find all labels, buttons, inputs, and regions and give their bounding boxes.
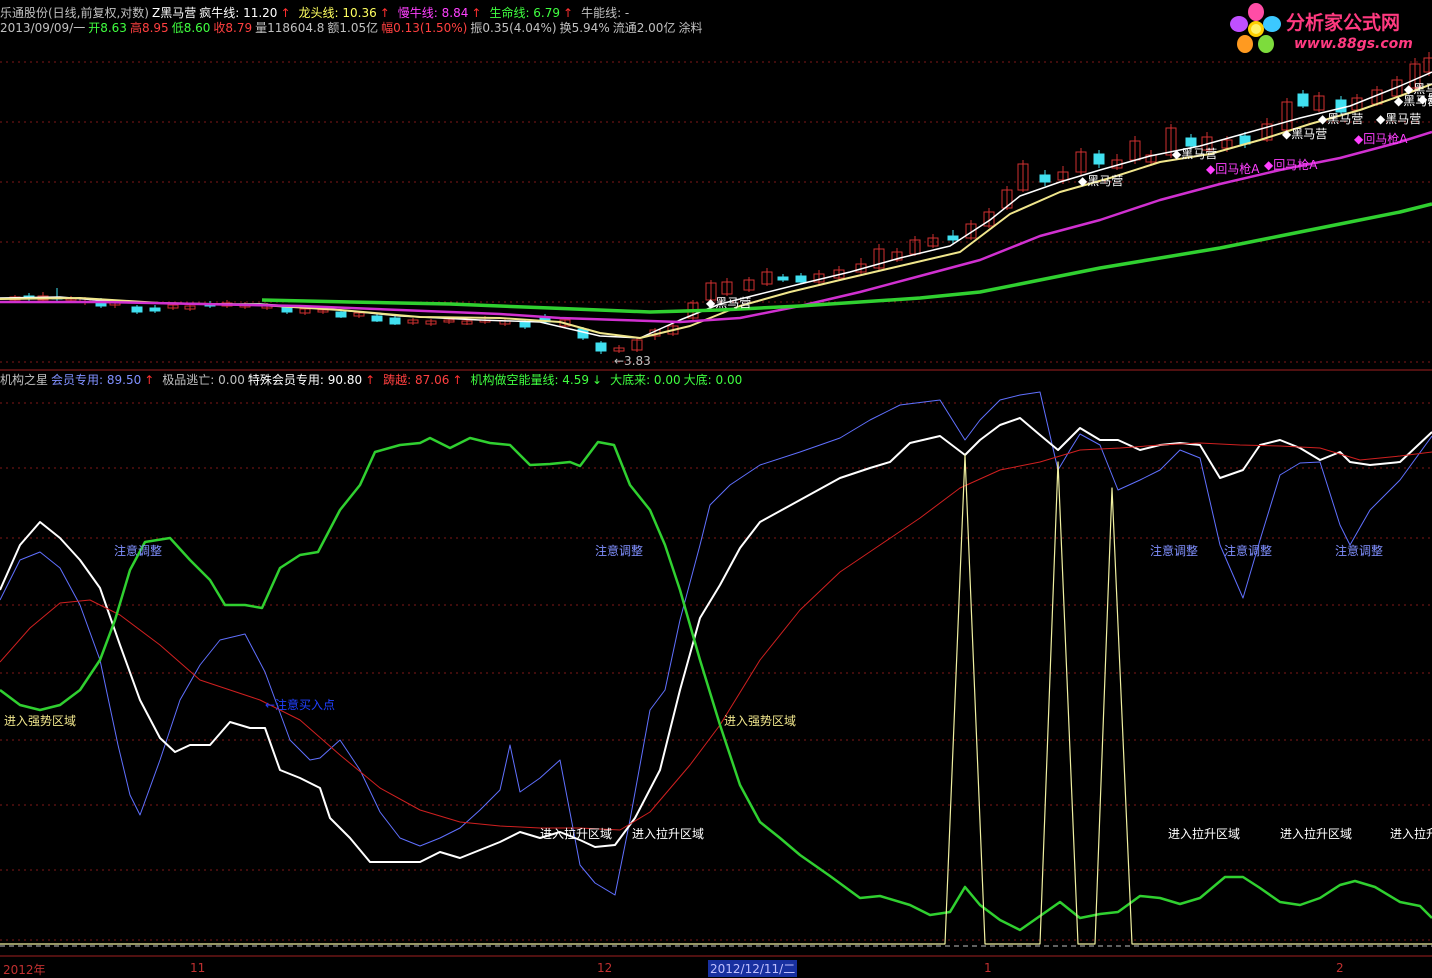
lift-zone-label: 进入拉升区域 (632, 827, 705, 841)
candle-body (595, 342, 607, 352)
dark-horse-signal: ◆黑马营 (1078, 174, 1124, 188)
caution-label: 注意调整 (1335, 544, 1384, 558)
lift-zone-label: 进入拉升区域 (1280, 827, 1353, 841)
buy-point-label: ←注意买入点 (265, 698, 336, 712)
lift-zone-label: 进入拉升区域 (1390, 827, 1432, 841)
pullback-signal: ◆回马枪A (1354, 132, 1408, 146)
caution-label: 注意调整 (595, 544, 644, 558)
candle-body (389, 317, 401, 325)
xaxis-label-nov: 11 (190, 961, 206, 975)
candle-body (1093, 153, 1105, 165)
dark-horse-signal: ◆黑马营 (1318, 112, 1364, 126)
candle-body (1423, 57, 1432, 73)
caution-label: 注意调整 (1150, 544, 1199, 558)
strong-zone-label: 进入强势区域 (4, 714, 77, 728)
xaxis-label-year: 2012年 (3, 963, 46, 977)
candle-body (777, 276, 789, 281)
candle-body (131, 306, 143, 313)
candle-body (795, 275, 807, 283)
xaxis-label-jan: 1 (984, 961, 992, 975)
xaxis-label-dec: 12 (597, 961, 613, 975)
candle-body (149, 307, 161, 312)
pullback-signal: ◆回马枪A (1206, 162, 1260, 176)
dark-horse-signal: ◆黑马营 (1376, 112, 1422, 126)
candle-body (947, 235, 959, 241)
candle-body (1297, 93, 1309, 107)
leap-line (0, 442, 1432, 831)
strong-zone-label: 进入强势区域 (724, 714, 797, 728)
short-energy-line (0, 436, 1432, 932)
candle-body (335, 311, 347, 318)
member-line (0, 391, 1432, 896)
candle-body (371, 315, 383, 322)
low-price-marker: ←3.83 (614, 354, 651, 368)
candle-body (519, 321, 531, 328)
special-member-line (0, 417, 1432, 863)
lift-zone-label: 进入拉升区域 (540, 827, 613, 841)
dark-horse-signal: ◆黑马营 (706, 296, 752, 310)
dark-horse-signal: ◆黑马营 (1418, 92, 1432, 106)
big-bottom-line (0, 454, 1432, 945)
xaxis-label-feb: 2 (1336, 961, 1344, 975)
candle-body (1039, 174, 1051, 183)
lift-zone-label: 进入拉升区域 (1168, 827, 1241, 841)
dark-horse-signal: ◆黑马营 (1282, 127, 1328, 141)
caution-label: 注意调整 (114, 544, 163, 558)
pullback-signal: ◆回马枪A (1264, 158, 1318, 172)
caution-label: 注意调整 (1224, 544, 1273, 558)
xaxis-cursor-date: 2012/12/11/二 (708, 960, 798, 977)
